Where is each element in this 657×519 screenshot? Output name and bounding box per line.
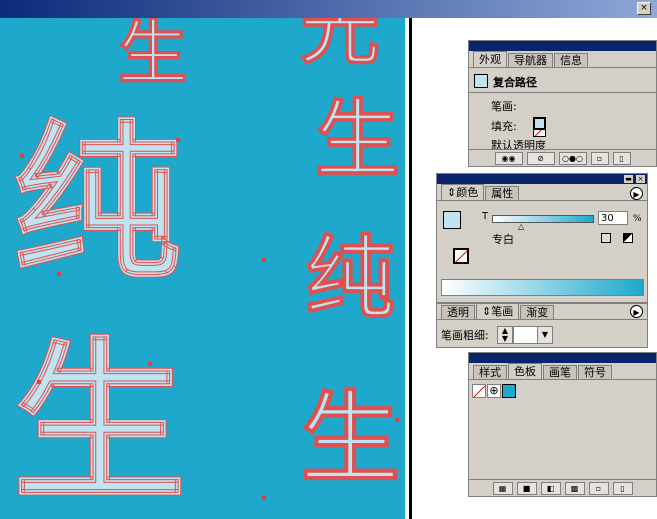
spot-color-swatch[interactable] [502, 384, 516, 398]
anchor-point[interactable] [262, 258, 266, 262]
tab-info[interactable]: 信息 [554, 53, 588, 67]
stroke-label[interactable]: 笔画: [491, 98, 517, 114]
swatches-tabs: 样式 色板 画笔 符号 [469, 363, 656, 380]
divider [469, 92, 656, 93]
panel-title-bar[interactable] [469, 353, 656, 363]
glyph-right-mid[interactable]: 生 [314, 97, 400, 183]
fill-color-box[interactable] [443, 211, 461, 229]
stroke-color-box[interactable] [453, 248, 469, 264]
tab-gradient[interactable]: 渐变 [520, 305, 555, 319]
fill-label[interactable]: 填充: [491, 118, 517, 134]
tab-symbols[interactable]: 符号 [578, 365, 612, 379]
artboard-canvas[interactable]: 生 纯 生 光 生 纯 生 [0, 18, 405, 519]
glyph-right-lower[interactable]: 纯 [305, 233, 396, 324]
color-swatch-icon[interactable]: ■ [516, 481, 537, 495]
fill-swatch[interactable] [533, 117, 546, 130]
color-tabs: ⇕颜色 属性 [437, 184, 647, 201]
show-kinds-icon[interactable]: ▦ [492, 481, 513, 495]
anchor-point[interactable] [20, 154, 24, 158]
artboard-edge [409, 18, 412, 519]
appearance-bottom-bar: ◉◉ ⊘ ○●○ ▫ ▯ [469, 149, 656, 166]
item-title: 复合路径 [493, 76, 537, 89]
minimize-button[interactable]: ▬ [624, 175, 633, 183]
tab-transparency[interactable]: 透明 [441, 305, 475, 319]
glyph-bottom-large[interactable]: 生 [12, 336, 188, 512]
glyph-right-top[interactable]: 光 [300, 18, 381, 69]
weight-stepper[interactable]: ▲ ▼ [497, 326, 513, 344]
new-swatch-icon[interactable]: ▫ [588, 481, 609, 495]
appearance-tabs: 外观 导航器 信息 [469, 51, 656, 68]
glyph-left-large[interactable]: 纯 [11, 118, 182, 289]
tint-unit: % [633, 214, 642, 224]
tab-swatches[interactable]: 色板 [508, 363, 542, 379]
tint-slider-thumb[interactable]: △ [518, 222, 524, 231]
color-panel: ▬ × ⇕颜色 属性 ▶ T △ 30 % 专白 [436, 173, 648, 336]
swatches-panel: 样式 色板 画笔 符号 ⊕ ▦ ■ ◧ ▩ ▫ ▯ [468, 352, 657, 497]
anchor-point[interactable] [148, 362, 152, 366]
registration-swatch[interactable]: ⊕ [487, 384, 501, 398]
web-safe-icon[interactable] [601, 233, 611, 243]
reduce-icon[interactable]: ○●○ [558, 151, 587, 165]
tab-appearance[interactable]: 外观 [473, 51, 507, 67]
tab-stroke[interactable]: ⇕笔画 [476, 303, 520, 319]
stroke-tabs: 透明 ⇕笔画 渐变 [437, 303, 647, 320]
close-icon: × [640, 3, 648, 13]
panel-title-bar[interactable]: ▬ × [437, 174, 647, 184]
panel-title-bar[interactable] [469, 41, 656, 51]
tab-brushes[interactable]: 画笔 [543, 365, 577, 379]
black-white-icon[interactable] [623, 233, 633, 243]
clear-icon[interactable]: ⊘ [526, 151, 555, 165]
window-title-bar: × [0, 0, 657, 18]
close-panel-button[interactable]: × [636, 175, 645, 183]
tab-arrows-icon: ⇕ [482, 305, 492, 318]
panel-menu-button[interactable]: ▶ [630, 305, 643, 318]
swatches-bottom-bar: ▦ ■ ◧ ▩ ▫ ▯ [469, 479, 656, 496]
anchor-point[interactable] [57, 272, 61, 276]
duplicate-icon[interactable]: ▫ [590, 151, 609, 165]
new-art-icon[interactable]: ◉◉ [494, 151, 523, 165]
anchor-point[interactable] [176, 138, 180, 142]
delete-icon[interactable]: ▯ [612, 151, 631, 165]
stroke-panel: 透明 ⇕笔画 渐变 ▶ 笔画粗细: ▲ ▼ ▼ [436, 303, 648, 348]
tint-letter: T [482, 211, 489, 222]
anchor-point[interactable] [262, 496, 266, 500]
gradient-swatch-icon[interactable]: ◧ [540, 481, 561, 495]
swatch-grid: ⊕ [471, 382, 654, 478]
anchor-point[interactable] [395, 418, 399, 422]
tab-styles[interactable]: 样式 [473, 365, 507, 379]
spot-color-name: 专白 [492, 233, 514, 246]
none-swatch[interactable] [472, 384, 486, 398]
glyph-top-small[interactable]: 生 [118, 18, 189, 88]
anchor-point[interactable] [37, 380, 41, 384]
appearance-panel: 外观 导航器 信息 复合路径 笔画: 填充: 默认透明度 ◉◉ ⊘ ○●○ ▫ … [468, 40, 657, 167]
item-thumbnail [474, 74, 488, 88]
tint-slider[interactable] [492, 215, 594, 223]
chevron-down-icon[interactable]: ▼ [537, 326, 553, 344]
color-ramp[interactable] [441, 279, 644, 296]
tab-navigator[interactable]: 导航器 [508, 53, 553, 67]
glyph-right-bottom[interactable]: 生 [300, 388, 401, 489]
panel-menu-button[interactable]: ▶ [630, 187, 643, 200]
tint-value-input[interactable]: 30 [598, 211, 628, 225]
tab-color[interactable]: ⇕颜色 [441, 184, 485, 200]
tab-attributes[interactable]: 属性 [485, 186, 520, 200]
stroke-weight-label: 笔画粗细: [441, 329, 489, 342]
tab-arrows-icon: ⇕ [447, 186, 457, 199]
pattern-swatch-icon[interactable]: ▩ [564, 481, 585, 495]
close-button[interactable]: × [637, 2, 651, 15]
delete-icon[interactable]: ▯ [612, 481, 633, 495]
weight-input[interactable] [513, 326, 539, 344]
